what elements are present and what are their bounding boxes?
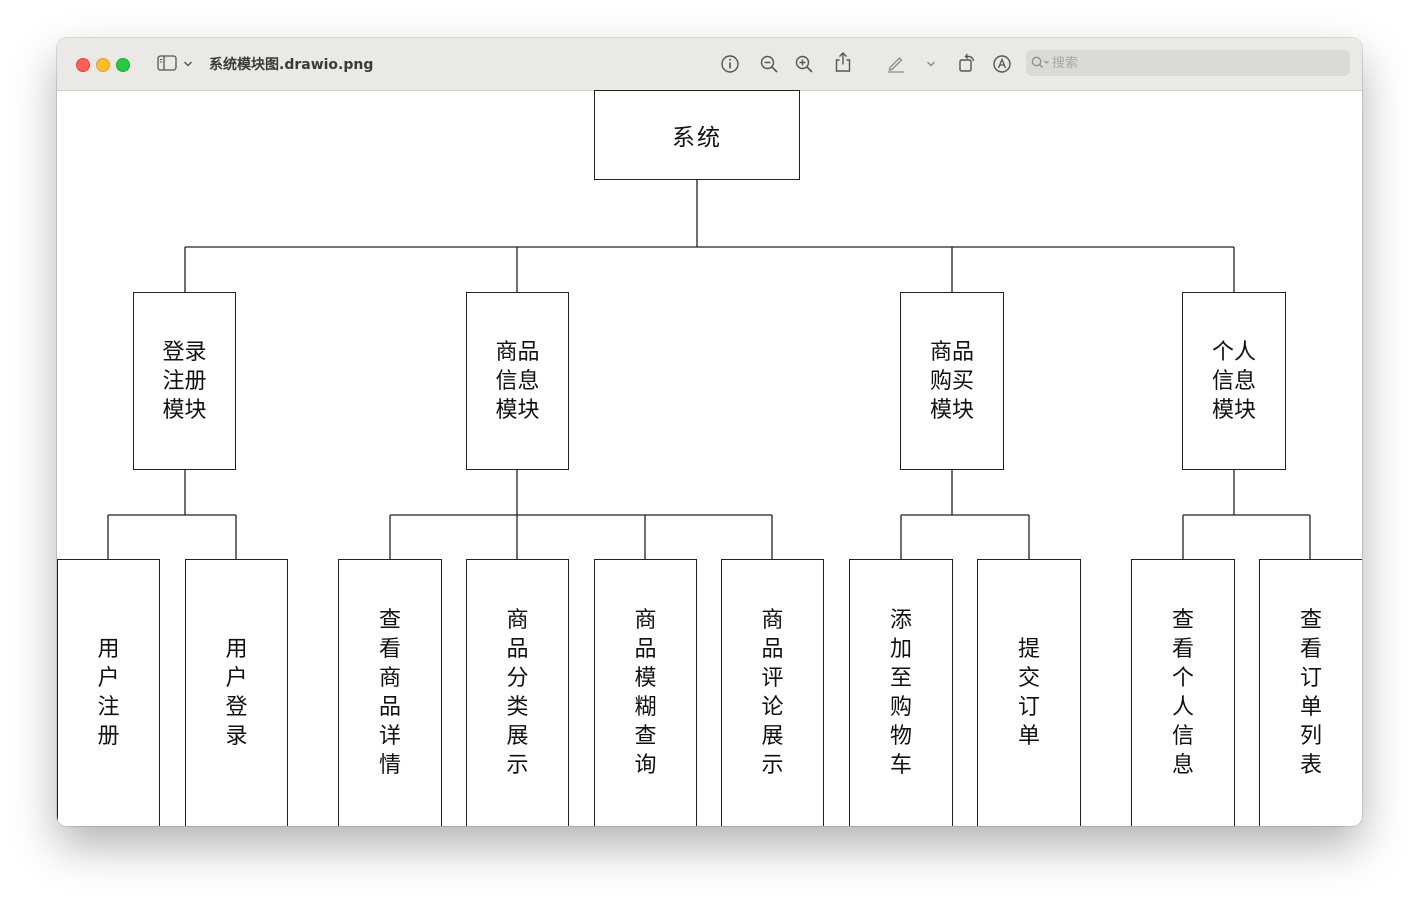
leaf-node-user-register: 用户注册 [57, 559, 160, 826]
leaf-node-product-category: 商品分类展示 [466, 559, 569, 826]
leaf-node-submit-order: 提交订单 [977, 559, 1081, 826]
leaf-node-product-detail: 查看商品详情 [338, 559, 442, 826]
share-icon[interactable] [834, 51, 852, 73]
module-node-product-info: 商品信息模块 [466, 292, 569, 470]
rotate-icon[interactable] [957, 52, 977, 74]
leaf-node-add-to-cart: 添加至购物车 [849, 559, 953, 826]
module-node-login-register: 登录注册模块 [133, 292, 236, 470]
markup-pen-icon[interactable] [886, 53, 906, 73]
close-button[interactable] [76, 58, 90, 72]
leaf-node-view-order-list: 查看订单列表 [1259, 559, 1362, 826]
minimize-button[interactable] [96, 58, 110, 72]
leaf-node-user-login: 用户登录 [185, 559, 288, 826]
search-input[interactable] [1052, 53, 1342, 73]
search-field[interactable] [1026, 50, 1350, 76]
module-node-personal-info: 个人信息模块 [1182, 292, 1286, 470]
info-icon[interactable] [720, 54, 740, 74]
zoom-button[interactable] [116, 58, 130, 72]
preview-window: 系统模块图.drawio.png 搜索 系统 登录注册模块 商品信息模块 商品购… [57, 38, 1362, 826]
leaf-node-product-reviews: 商品评论展示 [721, 559, 824, 826]
window-title: 系统模块图.drawio.png [209, 57, 374, 73]
zoom-in-icon[interactable] [794, 54, 814, 74]
image-canvas: 系统 登录注册模块 商品信息模块 商品购买模块 个人信息模块 用户注册 用户登录… [57, 90, 1362, 826]
zoom-out-icon[interactable] [759, 54, 779, 74]
title-bar: 系统模块图.drawio.png [57, 38, 1362, 91]
markup-circle-icon[interactable] [992, 54, 1012, 74]
search-icon [1031, 56, 1049, 68]
chevron-down-icon[interactable] [926, 60, 936, 68]
module-node-product-purchase: 商品购买模块 [900, 292, 1004, 470]
sidebar-toggle-icon[interactable] [157, 55, 177, 71]
leaf-node-view-personal-info: 查看个人信息 [1131, 559, 1235, 826]
chevron-down-icon[interactable] [183, 60, 193, 68]
leaf-node-product-search: 商品模糊查询 [594, 559, 697, 826]
root-node: 系统 [594, 90, 800, 180]
